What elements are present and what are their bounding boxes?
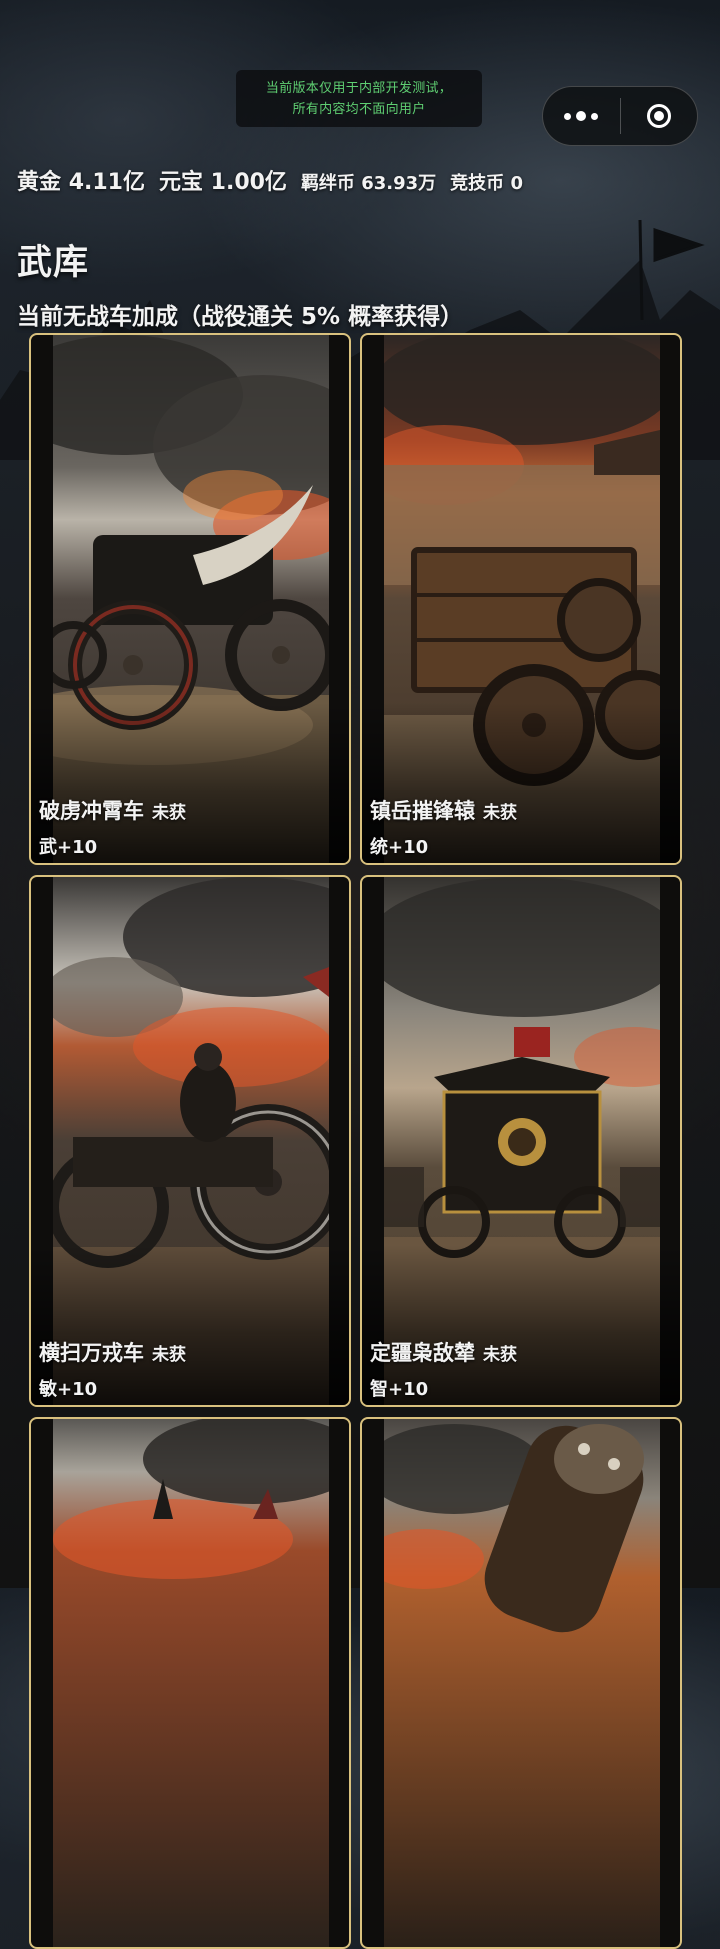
dev-notice-line1: 当前版本仅用于内部开发测试， bbox=[265, 80, 453, 96]
currency-gold-value: 4.11亿 bbox=[68, 170, 145, 195]
currency-yuanbao-value: 1.00亿 bbox=[210, 170, 287, 195]
currency-arena-coin: 竞技币 0 bbox=[450, 169, 523, 195]
chariot-status: 未获 bbox=[152, 1345, 186, 1365]
currency-bond-coin-value: 63.93万 bbox=[361, 173, 437, 194]
currency-bar: 黄金 4.11亿 元宝 1.00亿 羁绊币 63.93万 竞技币 0 bbox=[17, 164, 537, 196]
page-title: 武库 bbox=[17, 243, 90, 283]
chariot-card[interactable]: 破虏冲霄车 未获 武+10 bbox=[29, 333, 351, 865]
chariot-title-row: 横扫万戎车 未获 bbox=[39, 1337, 186, 1367]
chariot-status: 未获 bbox=[483, 803, 517, 823]
currency-yuanbao-label: 元宝 bbox=[158, 170, 203, 195]
currency-bond-coin: 羁绊币 63.93万 bbox=[301, 169, 436, 195]
chariot-card[interactable]: 定疆枭敌辇 未获 智+10 bbox=[360, 875, 682, 1407]
more-dots-icon bbox=[564, 111, 599, 121]
chariot-name: 破虏冲霄车 bbox=[39, 799, 144, 823]
close-miniprogram-button[interactable] bbox=[621, 87, 698, 145]
chariot-card[interactable]: 横扫万戎车 未获 敏+10 bbox=[29, 875, 351, 1407]
chariot-bonus-status: 当前无战车加成（战役通关 5% 概率获得） bbox=[17, 304, 464, 330]
dev-notice-line2: 所有内容均不面向用户 bbox=[292, 101, 426, 117]
chariot-image bbox=[384, 1419, 660, 1947]
chariot-status: 未获 bbox=[483, 1345, 517, 1365]
miniprogram-capsule bbox=[542, 86, 698, 146]
currency-gold: 黄金 4.11亿 bbox=[17, 164, 145, 196]
currency-bond-coin-label: 羁绊币 bbox=[300, 173, 355, 194]
target-circle-icon bbox=[646, 104, 671, 128]
chariot-name: 横扫万戎车 bbox=[39, 1341, 144, 1365]
chariot-title-row: 破虏冲霄车 未获 bbox=[39, 795, 186, 825]
chariot-image bbox=[53, 1419, 329, 1947]
chariot-name: 镇岳摧锋辕 bbox=[370, 799, 475, 823]
chariot-stat: 智+10 bbox=[370, 1379, 429, 1400]
currency-arena-coin-label: 竞技币 bbox=[450, 173, 505, 194]
chariot-card[interactable] bbox=[29, 1417, 351, 1949]
chariot-stat: 统+10 bbox=[370, 837, 429, 858]
currency-arena-coin-value: 0 bbox=[510, 173, 523, 194]
chariot-stat: 武+10 bbox=[39, 837, 98, 858]
dev-notice-banner: 当前版本仅用于内部开发测试， 所有内容均不面向用户 bbox=[236, 70, 482, 127]
more-button[interactable] bbox=[543, 87, 620, 145]
currency-yuanbao: 元宝 1.00亿 bbox=[159, 164, 287, 196]
chariot-card[interactable] bbox=[360, 1417, 682, 1949]
chariot-card[interactable]: 镇岳摧锋辕 未获 统+10 bbox=[360, 333, 682, 865]
currency-gold-label: 黄金 bbox=[17, 170, 62, 195]
chariot-name: 定疆枭敌辇 bbox=[370, 1341, 475, 1365]
chariot-stat: 敏+10 bbox=[39, 1379, 98, 1400]
chariot-title-row: 镇岳摧锋辕 未获 bbox=[370, 795, 517, 825]
chariot-status: 未获 bbox=[152, 803, 186, 823]
chariot-title-row: 定疆枭敌辇 未获 bbox=[370, 1337, 517, 1367]
